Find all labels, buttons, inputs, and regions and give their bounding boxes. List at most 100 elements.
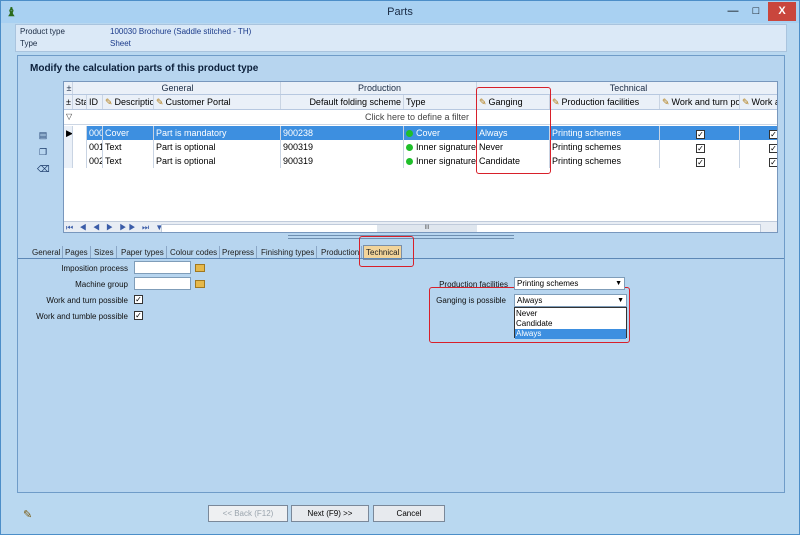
work-turn-checkbox[interactable]: ✓ (134, 295, 143, 304)
delete-part-icon[interactable]: ⌫ (37, 164, 50, 174)
machine-group-label: Machine group (75, 280, 128, 289)
close-button[interactable]: X (768, 2, 796, 21)
checkbox[interactable]: ✓ (696, 130, 705, 139)
col-work-tumble[interactable]: ✎ Work a (740, 95, 777, 109)
cancel-button[interactable]: Cancel (373, 505, 445, 522)
pencil-icon: ✎ (552, 97, 560, 107)
minimize-button[interactable]: — (722, 2, 744, 21)
row-work-turn[interactable]: ✓ (660, 154, 740, 168)
title-bar: ♝ Parts — □ X (1, 1, 799, 23)
scroll-thumb[interactable]: III (377, 225, 477, 232)
checkbox[interactable]: ✓ (696, 144, 705, 153)
band-corner: ± (64, 82, 73, 94)
row-indicator (64, 140, 73, 154)
parts-grid: ± General Production Technical ± Sta ID … (63, 81, 778, 233)
ganging-label: Ganging is possible (436, 296, 506, 305)
horizontal-scrollbar[interactable]: III (161, 224, 761, 232)
next-button[interactable]: Next (F9) >> (291, 505, 369, 522)
imposition-input[interactable] (134, 261, 191, 274)
machine-group-input[interactable] (134, 277, 191, 290)
row-description: Text (103, 140, 154, 154)
main-panel: Modify the calculation parts of this pro… (17, 55, 785, 493)
row-description: Cover (103, 126, 154, 140)
add-part-icon[interactable]: ▤ (37, 130, 49, 140)
row-work-turn[interactable]: ✓ (660, 126, 740, 140)
option-never[interactable]: Never (515, 309, 626, 319)
product-type-value: 100030 Brochure (Saddle stitched - TH) (110, 27, 252, 36)
checkbox[interactable]: ✓ (769, 130, 777, 139)
copy-part-icon[interactable]: ❐ (37, 147, 49, 157)
page-heading: Modify the calculation parts of this pro… (30, 63, 259, 74)
row-work-tumble[interactable]: ✓ (740, 154, 777, 168)
facilities-label: Production facilities (439, 280, 508, 289)
row-portal: Part is optional (154, 154, 281, 168)
filter-row[interactable]: ▽ Click here to define a filter (64, 110, 777, 125)
ganging-dropdown: Never Candidate Always (514, 307, 627, 339)
pencil-icon: ✎ (156, 97, 164, 107)
grid-band-header: ± General Production Technical (64, 82, 777, 95)
filter-hint[interactable]: Click here to define a filter (64, 110, 469, 125)
table-row[interactable]: ▶ 000 Cover Part is mandatory 900238 Cov… (64, 126, 777, 140)
col-customer-portal[interactable]: ✎ Customer Portal (154, 95, 281, 109)
work-tumble-checkbox[interactable]: ✓ (134, 311, 143, 320)
parts-window: ♝ Parts — □ X Product type 100030 Brochu… (0, 0, 800, 535)
row-id: 000 (89, 126, 103, 140)
record-navigator[interactable]: ⏮ ◀ ◀ ▶ ▶▶ ⏭ ▼ (66, 223, 165, 232)
col-id[interactable]: ID (87, 95, 103, 109)
row-facilities: Printing schemes (550, 140, 660, 154)
folder-icon[interactable] (195, 264, 205, 272)
ganging-select[interactable]: Always ▼ (514, 294, 627, 307)
status-dot-icon (406, 158, 413, 165)
col-production-facilities[interactable]: ✎ Production facilities (550, 95, 660, 109)
row-id: 001 (89, 140, 103, 154)
checkbox[interactable]: ✓ (769, 144, 777, 153)
row-description: Text (103, 154, 154, 168)
highlight-technical-tab (359, 236, 414, 267)
row-portal: Part is mandatory (154, 126, 281, 140)
window-title: Parts (387, 6, 413, 18)
pencil-icon: ✎ (742, 97, 750, 107)
chevron-down-icon[interactable]: ▼ (615, 278, 622, 289)
pencil-icon: ✎ (105, 97, 113, 107)
option-candidate[interactable]: Candidate (515, 319, 626, 329)
table-row[interactable]: 001 Text Part is optional 900319 Inner s… (64, 140, 777, 154)
product-info: Product type 100030 Brochure (Saddle sti… (15, 24, 787, 52)
row-type: Cover (404, 126, 477, 140)
help-icon[interactable]: ✎ (23, 508, 37, 522)
checkbox[interactable]: ✓ (769, 158, 777, 167)
checkbox[interactable]: ✓ (696, 158, 705, 167)
row-work-tumble[interactable]: ✓ (740, 126, 777, 140)
back-button[interactable]: << Back (F12) (208, 505, 288, 522)
row-work-turn[interactable]: ✓ (660, 140, 740, 154)
maximize-button[interactable]: □ (745, 2, 767, 21)
grid-column-header: ± Sta ID ✎Description ✎Customer Portal D… (64, 95, 777, 110)
band-general: General (73, 82, 281, 94)
col-description[interactable]: ✎Description (103, 95, 154, 109)
pencil-icon: ✎ (662, 97, 670, 107)
type-label: Type (20, 39, 38, 48)
option-always[interactable]: Always (515, 329, 626, 339)
row-folding: 900238 (281, 126, 404, 140)
col-type[interactable]: Type (404, 95, 477, 109)
row-folding: 900319 (281, 154, 404, 168)
facilities-select[interactable]: Printing schemes ▼ (514, 277, 625, 290)
band-production: Production (281, 82, 477, 94)
status-dot-icon (406, 130, 413, 137)
folder-icon[interactable] (195, 280, 205, 288)
imposition-label: Imposition process (61, 264, 128, 273)
work-turn-label: Work and turn possible (46, 296, 128, 305)
row-type: Inner signature (404, 154, 477, 168)
status-dot-icon (406, 144, 413, 151)
row-status (73, 140, 87, 154)
row-id: 002 (89, 154, 103, 168)
row-status (73, 154, 87, 168)
table-row[interactable]: 002 Text Part is optional 900319 Inner s… (64, 154, 777, 168)
chevron-down-icon[interactable]: ▼ (617, 295, 624, 306)
highlight-ganging-column (476, 87, 551, 174)
row-work-tumble[interactable]: ✓ (740, 140, 777, 154)
col-work-turn[interactable]: ✎ Work and turn pos (660, 95, 740, 109)
col-folding-scheme[interactable]: Default folding scheme (281, 95, 404, 109)
product-type-label: Product type (20, 27, 65, 36)
row-status (73, 126, 87, 140)
col-status[interactable]: Sta (73, 95, 87, 109)
